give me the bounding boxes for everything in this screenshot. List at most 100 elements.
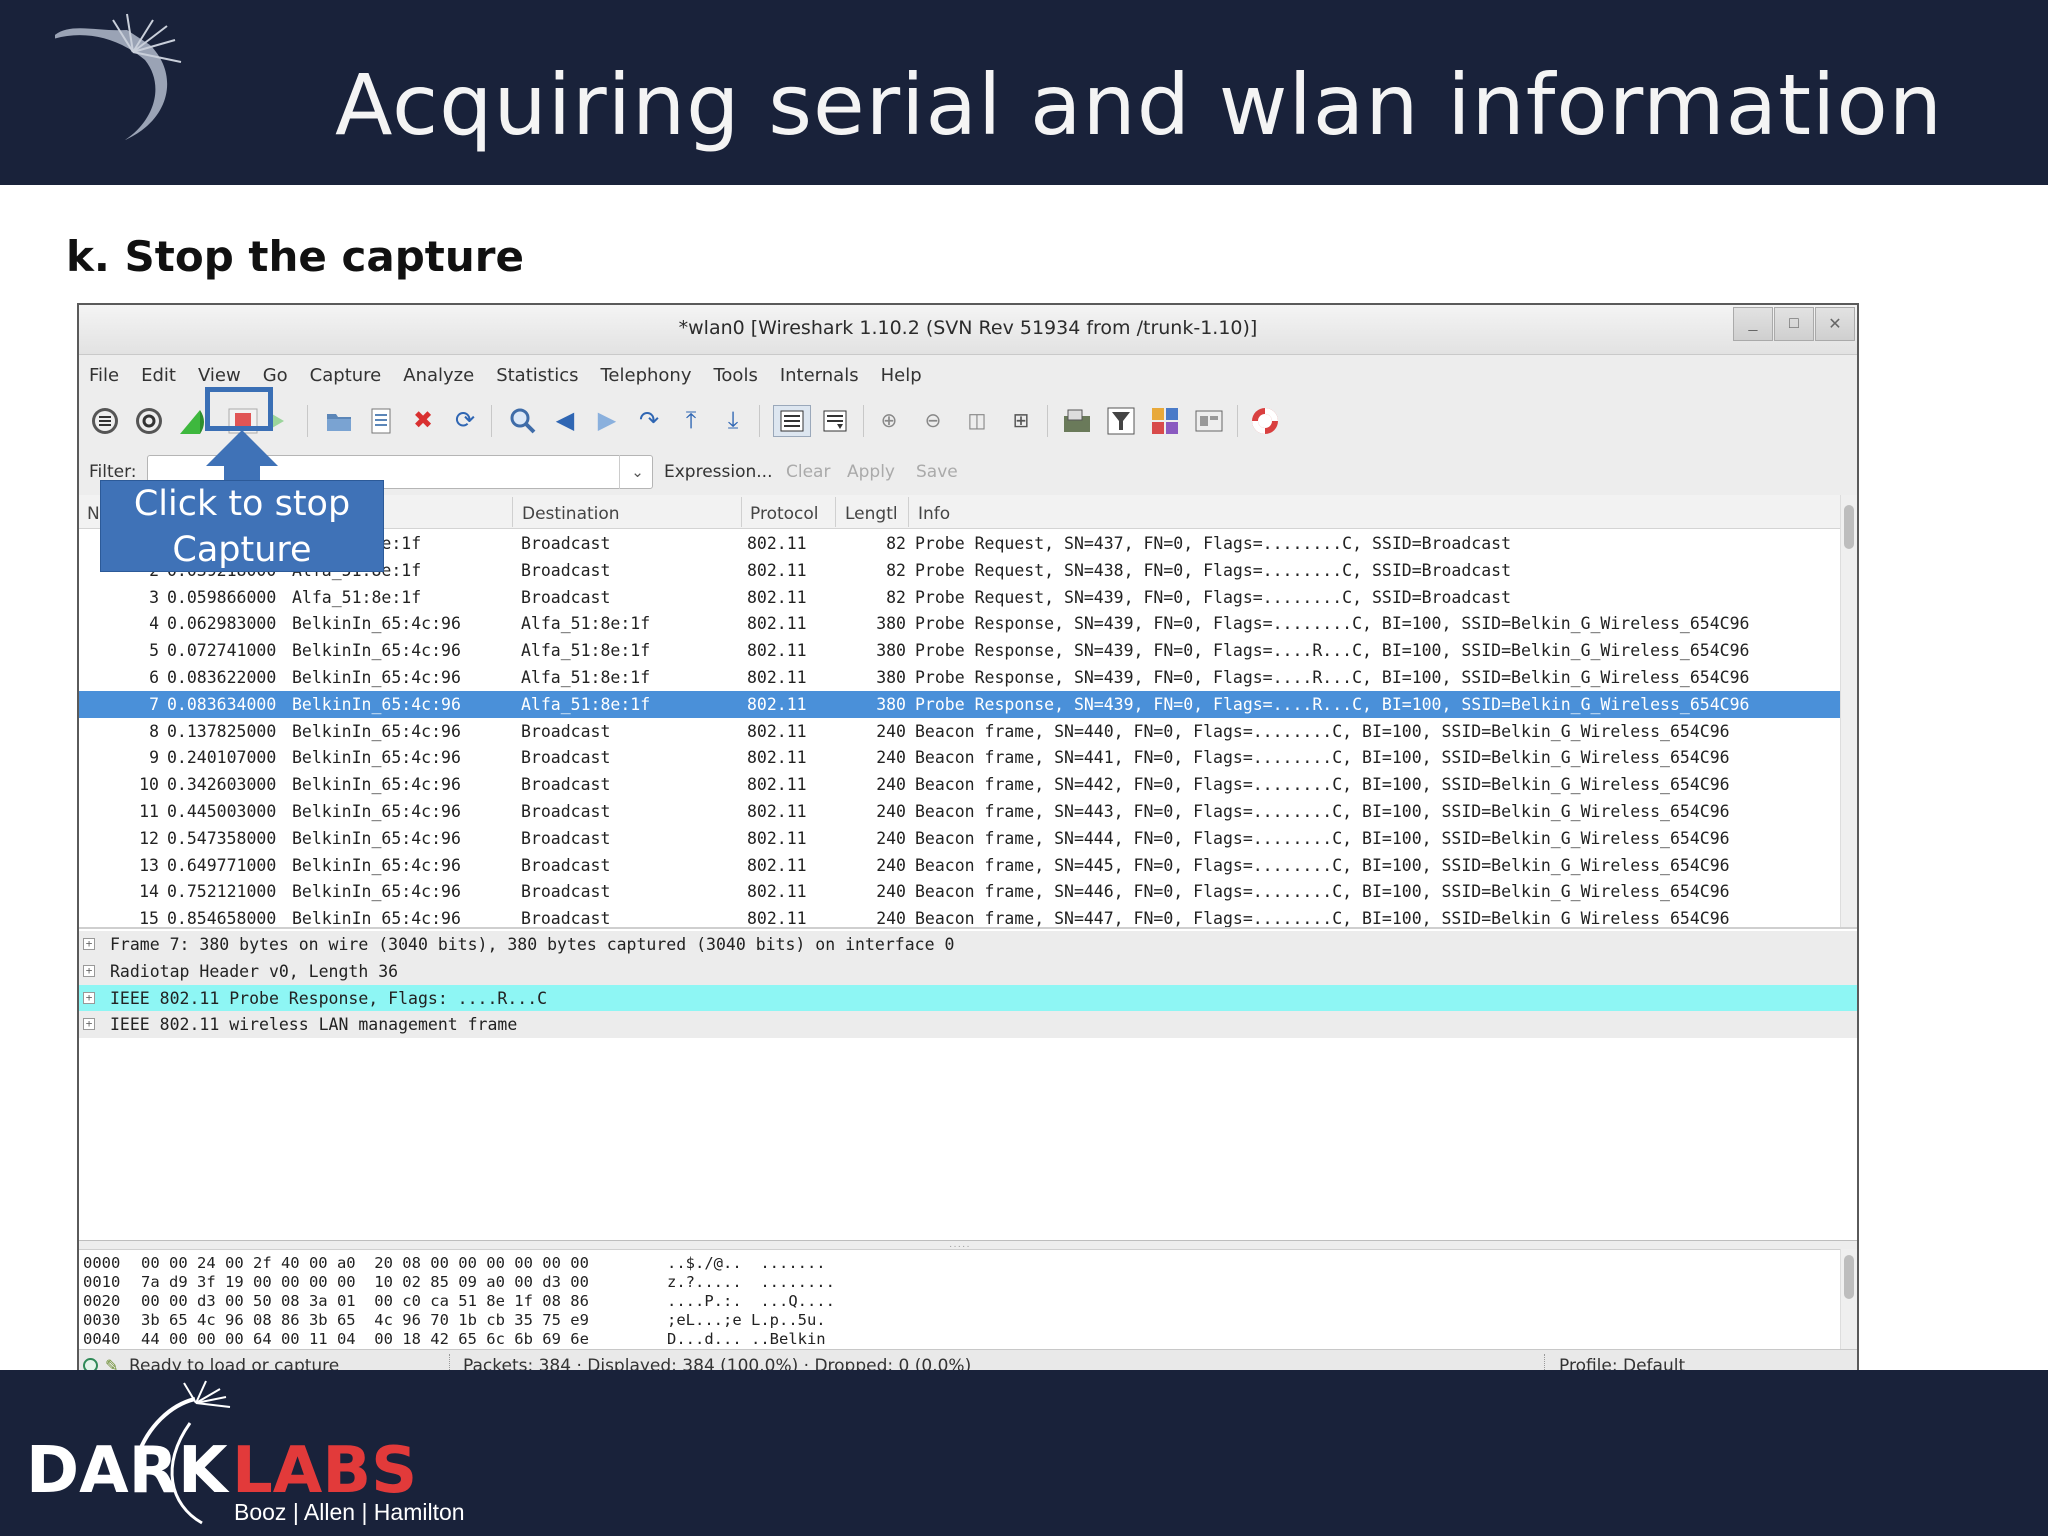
table-row[interactable]: 10 0.342603000 BelkinIn_65:4c:96 Broadcast 8… xyxy=(79,771,1844,798)
display-filters-icon[interactable] xyxy=(1105,405,1137,437)
window-title: *wlan0 [Wireshark 1.10.2 (SVN Rev 51934 … xyxy=(678,317,1258,339)
scrollbar-thumb[interactable] xyxy=(1844,1255,1854,1299)
packet-no: 8 xyxy=(149,721,159,741)
packet-source: BelkinIn_65:4c:96 xyxy=(292,802,461,821)
preferences-icon[interactable] xyxy=(1193,405,1225,437)
table-row[interactable]: 6 0.083622000 BelkinIn_65:4c:96 Alfa_51:8e:… xyxy=(79,664,1844,691)
packet-destination: Broadcast xyxy=(521,802,611,821)
menu-go[interactable]: Go xyxy=(263,365,288,386)
packet-source: BelkinIn_65:4c:96 xyxy=(292,909,461,927)
normal-size-icon[interactable]: ◫ xyxy=(961,405,993,437)
table-row[interactable]: 5 0.072741000 BelkinIn_65:4c:96 Alfa_51:8e:… xyxy=(79,637,1844,664)
bytes-scrollbar[interactable] xyxy=(1840,1249,1857,1349)
colorize-icon[interactable] xyxy=(773,405,811,437)
interfaces-list-icon[interactable] xyxy=(89,405,121,437)
close-button[interactable]: ✕ xyxy=(1815,307,1855,341)
table-row[interactable]: 8 0.137825000 BelkinIn_65:4c:96 Broadcast 80… xyxy=(79,718,1844,745)
capture-options-icon[interactable] xyxy=(133,405,165,437)
menu-capture[interactable]: Capture xyxy=(310,365,382,386)
packet-bytes[interactable]: 0000 00 00 24 00 2f 40 00 a0 20 08 00 00 … xyxy=(79,1249,1844,1349)
packet-info: Beacon frame, SN=447, FN=0, Flags=......… xyxy=(915,909,1730,927)
menu-tools[interactable]: Tools xyxy=(713,365,757,386)
menu-statistics[interactable]: Statistics xyxy=(496,365,578,386)
menu-file[interactable]: File xyxy=(89,365,119,386)
table-row[interactable]: 11 0.445003000 BelkinIn_65:4c:96 Broadcast 8… xyxy=(79,798,1844,825)
open-file-icon[interactable] xyxy=(323,405,355,437)
col-header-destination[interactable]: Destination xyxy=(522,504,620,524)
table-row[interactable]: 15 0.854658000 BelkinIn_65:4c:96 Broadcast 8… xyxy=(79,905,1844,927)
packet-protocol: 802.11 xyxy=(747,587,807,607)
table-row[interactable]: 7 0.083634000 BelkinIn_65:4c:96 Alfa_51:8e:… xyxy=(79,690,1844,718)
menu-telephony[interactable]: Telephony xyxy=(600,365,691,386)
table-row[interactable]: 12 0.547358000 BelkinIn_65:4c:96 Broadcast 8… xyxy=(79,825,1844,852)
scrollbar-thumb[interactable] xyxy=(1844,505,1854,549)
expression-button[interactable]: Expression... xyxy=(664,462,773,482)
close-file-icon[interactable]: ✖ xyxy=(407,405,439,437)
table-row[interactable]: 9 0.240107000 BelkinIn_65:4c:96 Broadcast 80… xyxy=(79,744,1844,771)
capture-filters-icon[interactable] xyxy=(1061,405,1093,437)
packet-time: 0.752121000 xyxy=(167,882,277,902)
col-header-length[interactable]: Lengtl xyxy=(845,504,898,524)
detail-row[interactable]: + Radiotap Header v0, Length 36 xyxy=(79,957,1857,985)
expand-icon[interactable]: + xyxy=(83,938,95,950)
slide-title: Acquiring serial and wlan information xyxy=(335,56,1944,154)
filter-dropdown-icon[interactable]: ⌄ xyxy=(619,455,655,489)
expand-icon[interactable]: + xyxy=(83,1018,95,1031)
packet-destination: Broadcast xyxy=(521,748,611,768)
pane-splitter[interactable]: ····· xyxy=(949,1241,989,1252)
maximize-button[interactable]: □ xyxy=(1774,307,1814,341)
window-titlebar[interactable]: *wlan0 [Wireshark 1.10.2 (SVN Rev 51934 … xyxy=(79,305,1857,355)
reload-icon[interactable]: ⟳ xyxy=(449,405,481,437)
packet-destination: Broadcast xyxy=(521,775,611,795)
resize-columns-icon[interactable]: ⊞ xyxy=(1005,405,1037,437)
menu-help[interactable]: Help xyxy=(881,365,922,386)
col-header-info[interactable]: Info xyxy=(918,504,950,524)
detail-text: IEEE 802.11 Probe Response, Flags: ....R… xyxy=(110,988,548,1008)
save-filter-button[interactable]: Save xyxy=(916,462,958,482)
packet-source: Alfa_51:8e:1f xyxy=(292,587,422,607)
table-row[interactable]: 13 0.649771000 BelkinIn_65:4c:96 Broadcast 8… xyxy=(79,852,1844,879)
go-forward-icon[interactable]: ▶ xyxy=(591,405,623,437)
help-icon[interactable] xyxy=(1249,405,1281,437)
minimize-button[interactable]: _ xyxy=(1733,307,1773,341)
menu-analyze[interactable]: Analyze xyxy=(403,365,474,386)
packet-info: Beacon frame, SN=445, FN=0, Flags=......… xyxy=(915,855,1730,875)
table-row[interactable]: 3 0.059866000 Alfa_51:8e:1f Broadcast 802.11… xyxy=(79,584,1844,611)
menu-view[interactable]: View xyxy=(198,365,241,386)
first-packet-icon[interactable]: ⤒ xyxy=(675,405,707,437)
zoom-out-icon[interactable]: ⊖ xyxy=(917,405,949,437)
packet-no: 14 xyxy=(139,882,159,902)
step-heading: k. Stop the capture xyxy=(66,232,524,281)
apply-button[interactable]: Apply xyxy=(847,462,895,482)
detail-row[interactable]: + Frame 7: 380 bytes on wire (3040 bits),… xyxy=(79,931,1857,958)
packet-details[interactable]: + Frame 7: 380 bytes on wire (3040 bits),… xyxy=(79,927,1857,1241)
packet-length: 240 xyxy=(876,828,906,848)
save-file-icon[interactable] xyxy=(365,405,397,437)
table-row[interactable]: 4 0.062983000 BelkinIn_65:4c:96 Alfa_51:8e:… xyxy=(79,610,1844,637)
table-row[interactable]: 14 0.752121000 BelkinIn_65:4c:96 Broadcast 8… xyxy=(79,878,1844,905)
detail-row[interactable]: + IEEE 802.11 Probe Response, Flags: ....… xyxy=(79,984,1857,1012)
go-back-icon[interactable]: ◀ xyxy=(549,405,581,437)
col-header-no[interactable]: N xyxy=(87,504,100,524)
clear-button[interactable]: Clear xyxy=(786,462,830,482)
packet-destination: Alfa_51:8e:1f xyxy=(521,694,651,714)
packet-list-scrollbar[interactable] xyxy=(1840,495,1857,927)
packet-length: 380 xyxy=(876,641,906,661)
go-to-packet-icon[interactable]: ↷ xyxy=(633,405,665,437)
col-header-protocol[interactable]: Protocol xyxy=(750,504,819,524)
expand-icon[interactable]: + xyxy=(83,964,95,977)
last-packet-icon[interactable]: ⤓ xyxy=(717,405,749,437)
zoom-in-icon[interactable]: ⊕ xyxy=(873,405,905,437)
packet-destination: Broadcast xyxy=(521,855,611,875)
detail-row[interactable]: + IEEE 802.11 wireless LAN management fra… xyxy=(79,1011,1857,1039)
expand-icon[interactable]: + xyxy=(83,991,95,1004)
packet-length: 240 xyxy=(876,802,906,821)
packet-no: 4 xyxy=(149,614,159,634)
hex-offset: 0010 xyxy=(83,1273,121,1291)
menu-internals[interactable]: Internals xyxy=(780,365,859,386)
find-packet-icon[interactable] xyxy=(507,405,539,437)
menu-edit[interactable]: Edit xyxy=(141,365,176,386)
coloring-rules-icon[interactable] xyxy=(1149,405,1181,437)
auto-scroll-icon[interactable] xyxy=(819,405,851,437)
packet-source: BelkinIn_65:4c:96 xyxy=(292,668,461,687)
